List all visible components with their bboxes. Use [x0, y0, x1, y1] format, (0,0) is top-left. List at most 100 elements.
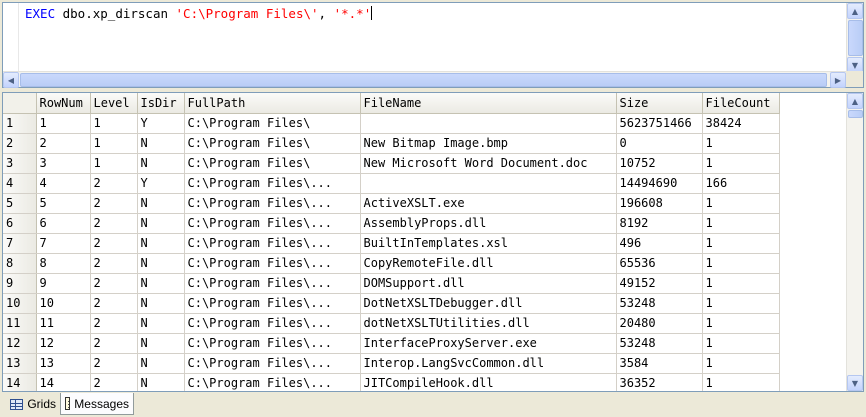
row-header[interactable]: 2	[3, 133, 37, 154]
cell-level[interactable]: 2	[90, 193, 138, 214]
column-header-level[interactable]: Level	[90, 93, 138, 114]
cell-isdir[interactable]: N	[137, 293, 185, 314]
cell-filecount[interactable]: 166	[702, 173, 780, 194]
cell-filename[interactable]: ActiveXSLT.exe	[360, 193, 617, 214]
row-header[interactable]: 9	[3, 273, 37, 294]
cell-size[interactable]: 0	[616, 133, 703, 154]
cell-filecount[interactable]: 1	[702, 133, 780, 154]
cell-filename[interactable]	[360, 113, 617, 134]
cell-fullpath[interactable]: C:\Program Files\...	[184, 373, 361, 391]
cell-rownum[interactable]: 8	[36, 253, 91, 274]
row-header[interactable]: 5	[3, 193, 37, 214]
column-header-size[interactable]: Size	[616, 93, 703, 114]
row-header[interactable]: 3	[3, 153, 37, 174]
row-header[interactable]: 6	[3, 213, 37, 234]
cell-size[interactable]: 10752	[616, 153, 703, 174]
table-row[interactable]: 10 10 2 N C:\Program Files\... DotNetXSLTDebu…	[3, 293, 780, 314]
cell-level[interactable]: 2	[90, 213, 138, 234]
cell-isdir[interactable]: N	[137, 233, 185, 254]
cell-fullpath[interactable]: C:\Program Files\...	[184, 333, 361, 354]
editor-hscroll-thumb[interactable]	[20, 73, 827, 87]
left-arrow-icon[interactable]: ◀	[3, 72, 19, 88]
cell-filecount[interactable]: 1	[702, 353, 780, 374]
cell-filecount[interactable]: 1	[702, 373, 780, 391]
cell-filename[interactable]: New Bitmap Image.bmp	[360, 133, 617, 154]
cell-size[interactable]: 65536	[616, 253, 703, 274]
cell-filecount[interactable]: 1	[702, 313, 780, 334]
cell-isdir[interactable]: N	[137, 373, 185, 391]
cell-filename[interactable]: DotNetXSLTDebugger.dll	[360, 293, 617, 314]
cell-fullpath[interactable]: C:\Program Files\	[184, 153, 361, 174]
column-header-rownum[interactable]: RowNum	[36, 93, 91, 114]
row-header[interactable]: 13	[3, 353, 37, 374]
row-header[interactable]: 8	[3, 253, 37, 274]
cell-filecount[interactable]: 1	[702, 273, 780, 294]
cell-isdir[interactable]: N	[137, 253, 185, 274]
table-row[interactable]: 9 9 2 N C:\Program Files\... DOMSupport.dll 49…	[3, 273, 780, 294]
table-row[interactable]: 14 14 2 N C:\Program Files\... JITCompileHook…	[3, 373, 780, 391]
cell-fullpath[interactable]: C:\Program Files\...	[184, 193, 361, 214]
cell-filecount[interactable]: 38424	[702, 113, 780, 134]
row-header[interactable]: 12	[3, 333, 37, 354]
table-row[interactable]: 6 6 2 N C:\Program Files\... AssemblyProps.dl…	[3, 213, 780, 234]
cell-fullpath[interactable]: C:\Program Files\...	[184, 233, 361, 254]
row-header[interactable]: 1	[3, 113, 37, 134]
cell-level[interactable]: 2	[90, 373, 138, 391]
table-row[interactable]: 4 4 2 Y C:\Program Files\... 14494690 166	[3, 173, 780, 194]
cell-rownum[interactable]: 9	[36, 273, 91, 294]
cell-rownum[interactable]: 1	[36, 113, 91, 134]
cell-fullpath[interactable]: C:\Program Files\...	[184, 253, 361, 274]
cell-size[interactable]: 496	[616, 233, 703, 254]
row-header[interactable]: 11	[3, 313, 37, 334]
table-row[interactable]: 8 8 2 N C:\Program Files\... CopyRemoteFile.d…	[3, 253, 780, 274]
cell-isdir[interactable]: Y	[137, 173, 185, 194]
row-header[interactable]: 7	[3, 233, 37, 254]
editor-vscroll-thumb[interactable]	[848, 20, 863, 56]
cell-rownum[interactable]: 13	[36, 353, 91, 374]
cell-filename[interactable]: AssemblyProps.dll	[360, 213, 617, 234]
cell-filecount[interactable]: 1	[702, 253, 780, 274]
column-header-fullpath[interactable]: FullPath	[184, 93, 361, 114]
cell-rownum[interactable]: 3	[36, 153, 91, 174]
cell-filename[interactable]: CopyRemoteFile.dll	[360, 253, 617, 274]
cell-level[interactable]: 2	[90, 293, 138, 314]
cell-filename[interactable]: DOMSupport.dll	[360, 273, 617, 294]
cell-level[interactable]: 2	[90, 233, 138, 254]
table-row[interactable]: 5 5 2 N C:\Program Files\... ActiveXSLT.exe 19…	[3, 193, 780, 214]
tab-grids[interactable]: Grids	[6, 393, 60, 415]
grid-vertical-scrollbar[interactable]: ▲ ▼	[846, 93, 863, 391]
cell-level[interactable]: 1	[90, 153, 138, 174]
query-text[interactable]: EXEC dbo.xp_dirscan 'C:\Program Files\',…	[25, 6, 373, 22]
column-header-isdir[interactable]: IsDir	[137, 93, 185, 114]
cell-rownum[interactable]: 2	[36, 133, 91, 154]
cell-rownum[interactable]: 5	[36, 193, 91, 214]
cell-fullpath[interactable]: C:\Program Files\...	[184, 173, 361, 194]
cell-fullpath[interactable]: C:\Program Files\...	[184, 353, 361, 374]
table-row[interactable]: 11 11 2 N C:\Program Files\... dotNetXSLTUtil…	[3, 313, 780, 334]
cell-filecount[interactable]: 1	[702, 333, 780, 354]
cell-isdir[interactable]: N	[137, 273, 185, 294]
cell-rownum[interactable]: 6	[36, 213, 91, 234]
editor-vertical-scrollbar[interactable]: ▲ ▼	[846, 3, 863, 73]
cell-rownum[interactable]: 10	[36, 293, 91, 314]
cell-rownum[interactable]: 7	[36, 233, 91, 254]
cell-filecount[interactable]: 1	[702, 193, 780, 214]
cell-fullpath[interactable]: C:\Program Files\...	[184, 313, 361, 334]
cell-isdir[interactable]: N	[137, 153, 185, 174]
cell-isdir[interactable]: N	[137, 353, 185, 374]
cell-fullpath[interactable]: C:\Program Files\	[184, 133, 361, 154]
cell-level[interactable]: 2	[90, 313, 138, 334]
column-header-filecount[interactable]: FileCount	[702, 93, 780, 114]
tab-messages[interactable]: Messages	[60, 393, 134, 415]
cell-level[interactable]: 2	[90, 333, 138, 354]
right-arrow-icon[interactable]: ▶	[830, 72, 846, 88]
cell-filecount[interactable]: 1	[702, 153, 780, 174]
cell-fullpath[interactable]: C:\Program Files\...	[184, 273, 361, 294]
editor-horizontal-scrollbar[interactable]: ◀ ▶	[3, 71, 846, 88]
cell-size[interactable]: 49152	[616, 273, 703, 294]
up-arrow-icon[interactable]: ▲	[847, 93, 863, 109]
cell-size[interactable]: 53248	[616, 333, 703, 354]
cell-isdir[interactable]: N	[137, 313, 185, 334]
row-header[interactable]: 14	[3, 373, 37, 391]
cell-rownum[interactable]: 12	[36, 333, 91, 354]
